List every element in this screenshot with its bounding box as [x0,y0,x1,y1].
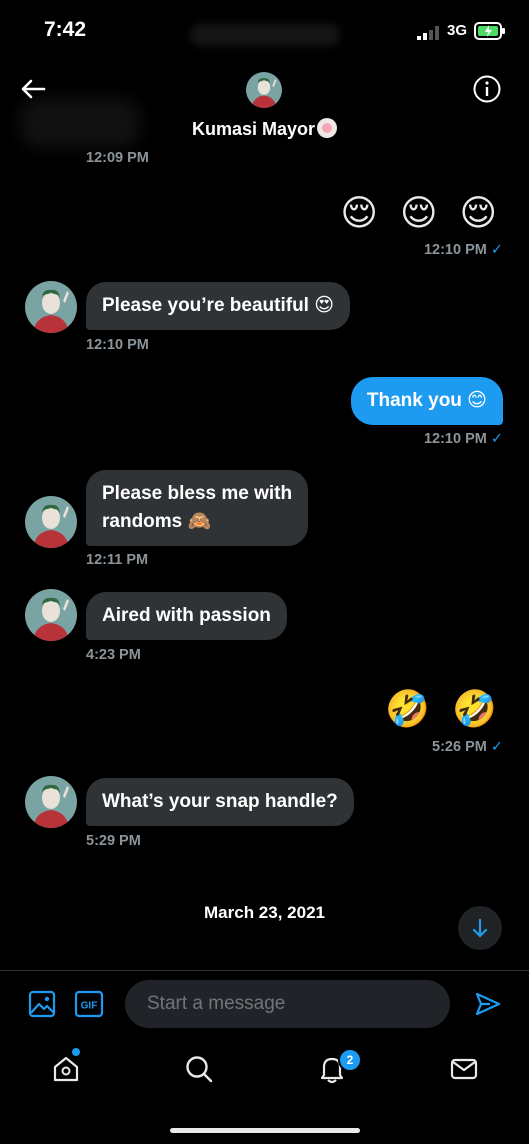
conversation-title: Kumasi Mayor [0,118,529,140]
message-line: Please bless me with [102,483,293,504]
blurred-area [190,24,340,46]
status-time: 7:42 [44,18,87,41]
battery-icon [474,22,505,40]
unread-dot [72,1048,80,1056]
joker-avatar-icon [25,496,77,548]
sender-avatar[interactable] [25,589,77,641]
conversation-title-text: Kumasi Mayor [191,119,316,139]
message-time: 12:10 PM ✓ [424,242,503,258]
message-emoji-outgoing: 🤣 🤣 [385,688,503,729]
sent-check-icon: ✓ [490,242,503,258]
network-type: 3G [447,22,468,39]
joker-avatar-icon [246,72,282,108]
gif-button[interactable]: GIF [74,990,104,1018]
message-time: 12:11 PM [86,552,149,568]
gif-icon: GIF [74,990,104,1018]
message-time: 12:10 PM ✓ [424,431,503,447]
message-time-text: 12:10 PM [423,242,487,258]
info-icon[interactable] [472,74,502,104]
message-bubble-incoming[interactable]: Please bless me with randoms 🙈 [86,470,309,546]
mail-icon[interactable] [448,1053,480,1085]
date-separator: March 23, 2021 [204,903,325,922]
message-time: 12:10 PM [86,337,149,353]
sender-avatar[interactable] [25,281,77,333]
message-bubble-incoming[interactable]: What’s your snap handle? [86,778,354,826]
profile-badge-icon [317,118,338,138]
message-emoji-outgoing: 😌 😌 😌 [340,192,503,233]
search-icon[interactable] [183,1053,215,1085]
message-bubble-incoming[interactable]: Aired with passion [86,592,287,640]
message-time: 12:09 PM [86,150,149,166]
message-line: randoms 🙈 [102,511,212,532]
message-input[interactable] [125,980,450,1028]
sender-avatar[interactable] [25,496,77,548]
sent-check-icon: ✓ [490,431,503,447]
message-time-text: 12:10 PM [423,431,487,447]
message-time-text: 5:26 PM [432,739,487,755]
sender-avatar[interactable] [25,776,77,828]
back-arrow-icon[interactable] [18,76,48,102]
joker-avatar-icon [25,281,77,333]
message-bubble-incoming[interactable]: Please you’re beautiful 😍 [86,282,351,330]
send-icon[interactable] [474,990,502,1018]
header-avatar[interactable] [246,72,282,108]
joker-avatar-icon [25,589,77,641]
message-time: 5:29 PM [86,833,141,849]
message-bubble-outgoing[interactable]: Thank you 😊 [350,377,503,425]
scroll-to-bottom-button[interactable] [458,906,502,950]
message-time: 4:23 PM [86,647,141,663]
home-icon[interactable] [50,1053,82,1085]
message-time: 5:26 PM ✓ [432,739,503,755]
composer-divider [0,970,529,971]
gif-label: GIF [81,1001,98,1012]
signal-icon [417,26,439,40]
arrow-down-icon [472,918,488,938]
notification-badge: 2 [338,1048,362,1072]
home-indicator [170,1128,360,1133]
image-icon[interactable] [28,990,56,1018]
joker-avatar-icon [25,776,77,828]
sent-check-icon: ✓ [490,739,503,755]
